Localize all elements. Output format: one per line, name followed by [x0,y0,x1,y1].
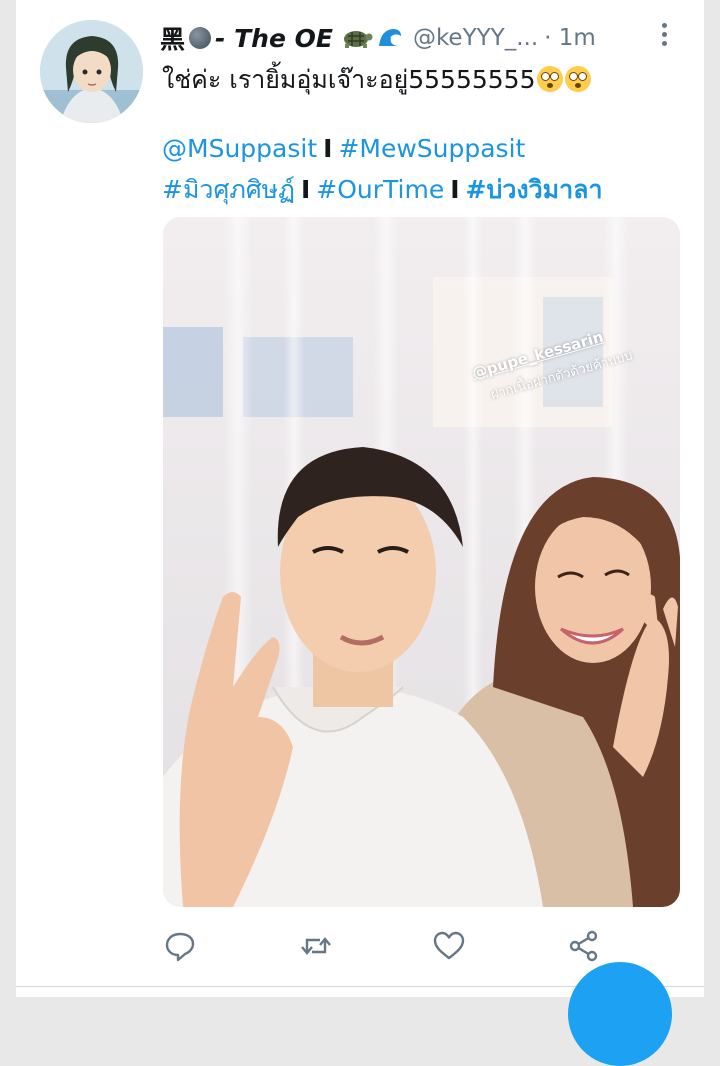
share-icon [569,930,598,962]
hashtag-link[interactable]: #บ่วงวิมาลา [466,175,603,204]
flushed-face-emoji-icon [537,66,564,92]
retweet-icon [301,937,331,955]
tag-separator: I [300,175,311,204]
hashtag-link[interactable]: #มิวศุภศิษฏ์ [162,175,295,204]
turtle-emoji-icon [343,31,373,48]
timestamp-value: 1m [558,25,596,51]
avatar[interactable] [40,20,143,123]
author-name-prefix: 黑 [160,25,186,54]
flushed-face-emoji-icon [565,66,592,92]
heart-icon [433,931,465,960]
author-name[interactable]: 黑 - The OE [160,20,403,56]
hashtag-link[interactable]: #MewSuppasit [338,134,525,163]
mention-link[interactable]: @MSuppasit [162,134,317,163]
author-name-main: - The OE [215,23,333,53]
tweet-header: 黑 - The OE @keYYY_... · 1m [160,20,680,56]
tweet-text: ใช่ค่ะ เรายิ้มอุ่มเจ๊าะอยู่55555555 [162,60,592,100]
tweet-body: ใช่ค่ะ เรายิ้มอุ่มเจ๊าะอยู่55555555 [162,65,536,94]
timestamp-separator: · [544,25,552,51]
author-handle[interactable]: @keYYY_... [413,25,538,51]
like-button[interactable] [431,928,467,964]
tag-separator: I [323,134,333,163]
reply-button[interactable] [162,928,198,964]
retweet-button[interactable] [298,928,334,964]
tweet-media-photo[interactable] [163,217,680,907]
moon-emoji-icon [189,27,212,49]
tags-line-1: @MSuppasit I #MewSuppasit [162,134,525,163]
share-button[interactable] [566,928,602,964]
reply-icon [165,932,195,962]
tags-line-2: #มิวศุภศิษฏ์ I #OurTime I #บ่วงวิมาลา [162,170,603,210]
more-options-icon[interactable] [660,23,668,47]
tag-separator: I [450,175,460,204]
compose-tweet-button[interactable] [568,962,672,1066]
hashtag-link[interactable]: #OurTime [316,175,444,204]
timestamp[interactable]: · 1m [544,25,596,51]
tweet-action-bar [0,928,720,964]
wave-emoji-icon [378,29,401,46]
